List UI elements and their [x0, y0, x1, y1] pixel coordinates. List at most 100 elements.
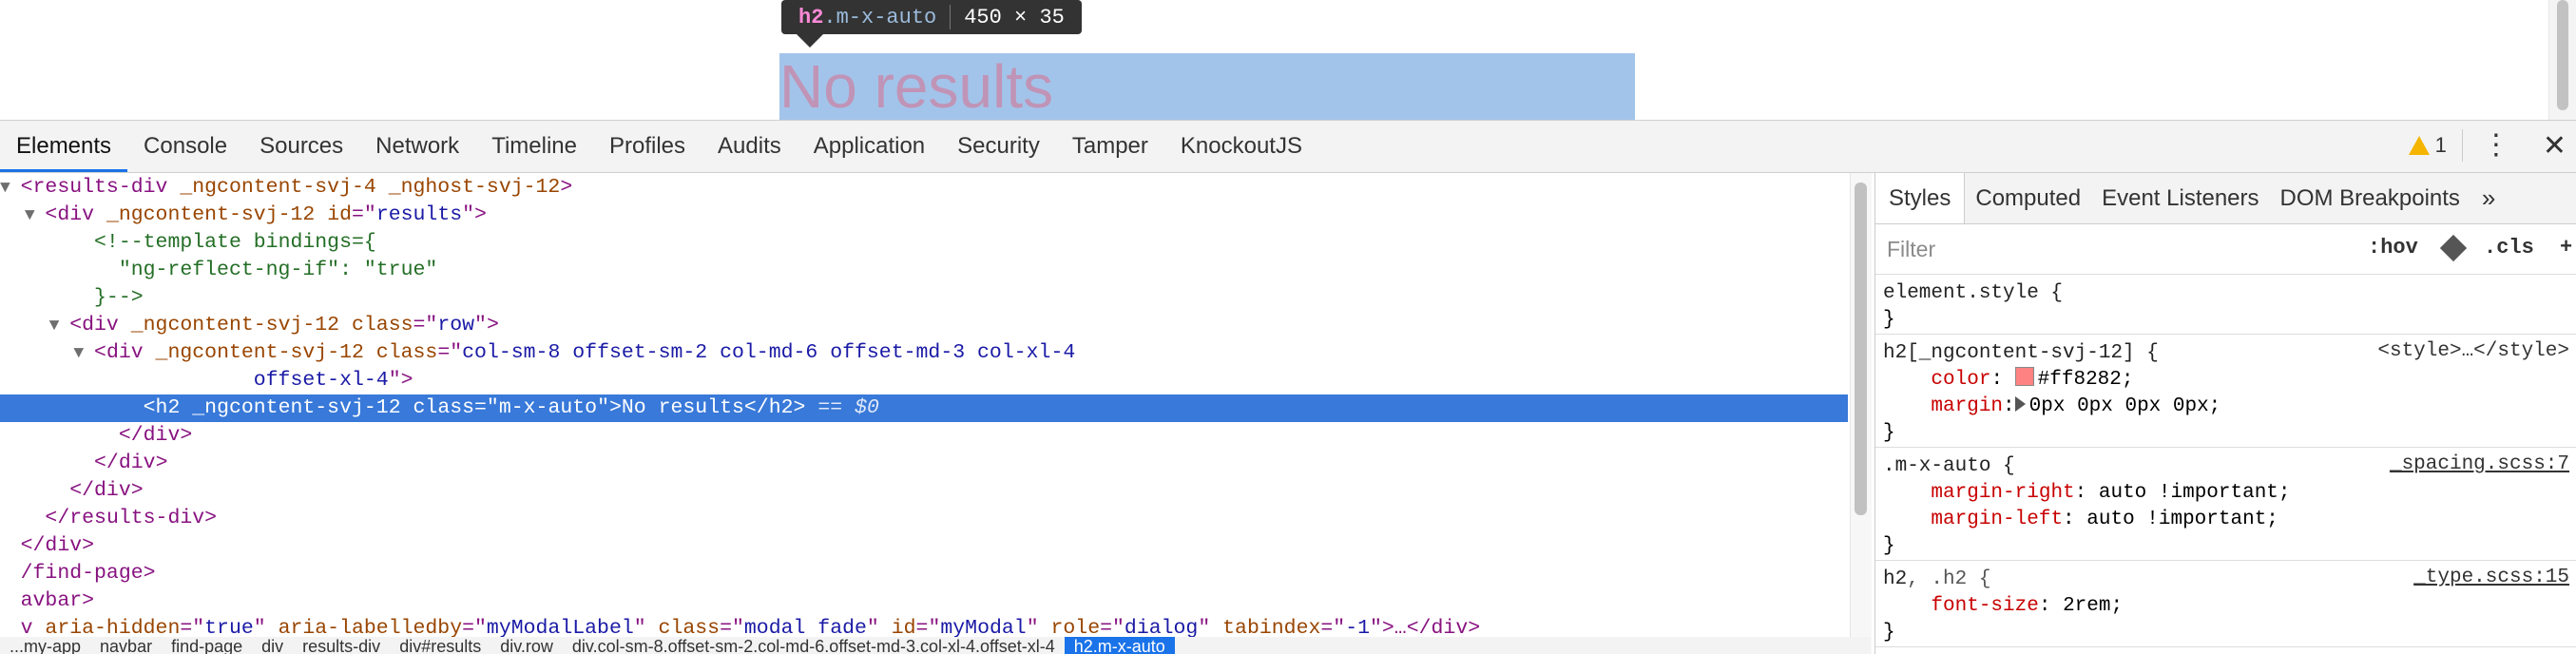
attr-name: _ngcontent-svj-12 [180, 396, 401, 419]
markup-punct: > [204, 507, 218, 529]
css-property[interactable]: margin-right [1931, 482, 2074, 504]
hov-toggle[interactable]: :hov [2368, 236, 2418, 260]
tab-application[interactable]: Application [798, 121, 941, 172]
page-preview: h2 .m-x-auto 450 × 35 No results [0, 0, 2576, 120]
close-icon[interactable]: ✕ [2529, 129, 2576, 163]
dom-node[interactable]: /find-page> [0, 560, 156, 587]
tab-network[interactable]: Network [359, 121, 475, 172]
styles-filter-input[interactable] [1885, 235, 2307, 263]
breadcrumb-item[interactable]: div#results [390, 637, 490, 654]
tab-profiles[interactable]: Profiles [593, 121, 702, 172]
css-property[interactable]: color [1931, 369, 1990, 391]
dom-node[interactable]: </div> [0, 477, 143, 505]
element-state-icon[interactable] [2439, 234, 2468, 262]
tab-dom-breakpoints[interactable]: DOM Breakpoints [2270, 173, 2470, 223]
markup-punct: </ [20, 534, 46, 557]
tag-name: div [118, 452, 156, 474]
css-value[interactable]: auto !important; [2086, 509, 2278, 530]
tab-styles[interactable]: Styles [1875, 173, 1966, 223]
tab-console[interactable]: Console [127, 121, 243, 172]
css-value[interactable]: 0px 0px 0px 0px; [2029, 395, 2221, 417]
tag-name: div [45, 534, 83, 557]
dom-tree-scrollbar-thumb[interactable] [1855, 183, 1867, 515]
expand-arrow-icon[interactable]: ▼ [0, 179, 21, 198]
dom-node[interactable]: ▼ <results-div _ngcontent-svj-4 _nghost-… [0, 174, 572, 202]
dom-node[interactable]: </results-div> [0, 505, 217, 532]
page-scrollbar-thumb[interactable] [2557, 0, 2568, 110]
tab-computed[interactable]: Computed [1965, 173, 2091, 223]
css-property[interactable]: font-size [1931, 595, 2038, 617]
breadcrumb-item[interactable]: div.col-sm-8.offset-sm-2.col-md-6.offset… [563, 637, 1065, 654]
dom-node[interactable]: avbar> [0, 587, 94, 615]
rule-selector[interactable]: element.style { [1883, 280, 2569, 307]
markup-punct: > [560, 176, 573, 199]
new-rule-button[interactable]: + [2560, 236, 2572, 260]
css-value[interactable]: #ff8282; [2038, 369, 2134, 391]
dom-node-selected[interactable]: <h2 _ngcontent-svj-12 class="m-x-auto">N… [0, 394, 1848, 422]
more-tabs-icon[interactable]: » [2470, 173, 2507, 223]
tab-audits[interactable]: Audits [702, 121, 798, 172]
tag-name: h2 [155, 396, 181, 419]
markup-punct: > [82, 534, 95, 557]
rule-source-link[interactable]: _type.scss:15 [2413, 567, 2569, 588]
dom-node[interactable]: offset-xl-4"> [0, 367, 413, 394]
expand-arrow-icon[interactable]: ▼ [25, 206, 46, 225]
tab-sources[interactable]: Sources [243, 121, 359, 172]
css-property[interactable]: margin-left [1931, 509, 2063, 530]
markup-punct: > [793, 396, 806, 419]
page-scrollbar[interactable] [2548, 0, 2576, 120]
tab-knockoutjs[interactable]: KnockoutJS [1164, 121, 1318, 172]
tab-elements[interactable]: Elements [0, 121, 128, 172]
attr-name: _ngcontent-svj-12 [94, 203, 316, 226]
breadcrumb-item[interactable]: h2.m-x-auto [1064, 637, 1175, 654]
dom-node[interactable]: </div> [0, 422, 192, 450]
breadcrumb-item[interactable]: find-page [162, 637, 252, 654]
attr-name: class [400, 396, 475, 419]
tab-timeline[interactable]: Timeline [475, 121, 593, 172]
dom-node[interactable]: ▼ <div _ngcontent-svj-12 class="row"> [0, 312, 499, 339]
breadcrumb-item[interactable]: div.row [490, 637, 563, 654]
tab-security[interactable]: Security [941, 121, 1056, 172]
expand-arrow-icon[interactable] [2014, 396, 2026, 412]
css-value[interactable]: 2rem; [2063, 595, 2123, 617]
color-swatch[interactable] [2014, 367, 2034, 386]
expand-arrow-icon[interactable]: ▼ [73, 344, 94, 363]
dom-tree-scrollbar[interactable] [1850, 173, 1872, 654]
tag-name: div [106, 341, 144, 364]
cls-toggle[interactable]: .cls [2484, 236, 2534, 260]
dom-node[interactable]: </div> [0, 450, 167, 477]
breadcrumb-item[interactable]: navbar [90, 637, 162, 654]
warning-counter[interactable]: 1 [2393, 129, 2463, 162]
rule-selector-secondary[interactable]: , .h2 { [1907, 568, 1990, 590]
markup-punct: "> [388, 369, 413, 392]
rule-close: } [1883, 622, 1895, 644]
attr-name: _ngcontent-svj-12 [118, 314, 340, 337]
dom-node[interactable]: "ng-reflect-ng-if": "true" [0, 257, 437, 284]
tooltip-divider [950, 5, 952, 29]
dom-node[interactable]: </div> [0, 532, 94, 560]
sidebar-tabs: Styles Computed Event Listeners DOM Brea… [1875, 173, 2576, 224]
breadcrumb-item[interactable]: ...my-app [0, 637, 90, 654]
dom-node[interactable]: }--> [0, 284, 144, 312]
css-property[interactable]: margin [1931, 395, 2003, 417]
rule-source-link[interactable]: <style>…</style> [2377, 340, 2569, 362]
attr-name: class [339, 314, 413, 337]
dom-node[interactable]: ▼ <div _ngcontent-svj-12 class="col-sm-8… [0, 339, 1075, 367]
markup-punct: > [180, 424, 193, 447]
dom-node[interactable]: ▼ <div _ngcontent-svj-12 id="results"> [0, 202, 487, 229]
styles-filter-bar: :hov .cls + [1875, 224, 2576, 275]
tab-tamper[interactable]: Tamper [1056, 121, 1164, 172]
tab-event-listeners[interactable]: Event Listeners [2091, 173, 2269, 223]
attr-name: _ngcontent-svj-12 [143, 341, 364, 364]
rule-selector[interactable]: h2 [1883, 568, 1907, 590]
css-value[interactable]: auto !important; [2099, 482, 2291, 504]
breadcrumb-item[interactable]: div [252, 637, 293, 654]
rule-source-link[interactable]: _spacing.scss:7 [2390, 453, 2569, 475]
breadcrumb-item[interactable]: results-div [293, 637, 390, 654]
more-options-icon[interactable]: ⋮ [2463, 131, 2529, 160]
dom-node[interactable]: <!--template bindings={ [0, 229, 376, 257]
expand-arrow-icon[interactable]: ▼ [49, 317, 70, 336]
